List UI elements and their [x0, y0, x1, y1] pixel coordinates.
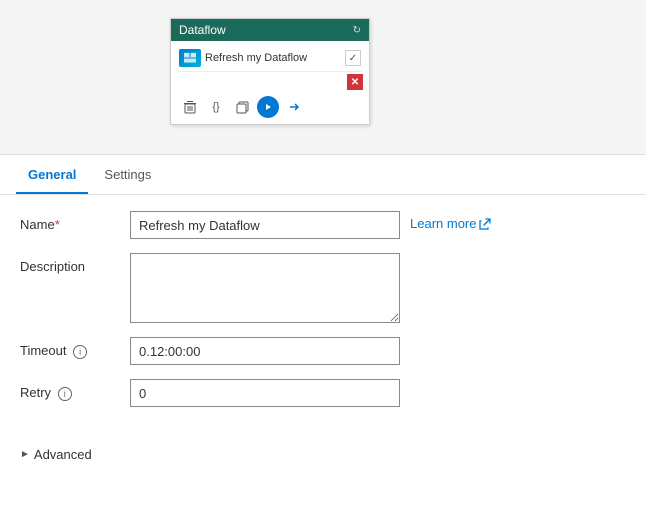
node-header: Dataflow ↻: [171, 19, 369, 41]
tab-settings[interactable]: Settings: [92, 155, 163, 194]
retry-control-area: [130, 379, 626, 407]
timeout-input[interactable]: [130, 337, 400, 365]
navigate-button[interactable]: [283, 96, 305, 118]
tab-general[interactable]: General: [16, 155, 88, 194]
name-row: Name* Learn more: [20, 211, 626, 239]
retry-info-icon[interactable]: i: [58, 387, 72, 401]
timeout-row: Timeout i: [20, 337, 626, 365]
node-body: Refresh my Dataflow ✓ ✕: [171, 41, 369, 124]
advanced-label: Advanced: [34, 447, 92, 462]
delete-button[interactable]: [179, 96, 201, 118]
timeout-label: Timeout i: [20, 337, 130, 359]
advanced-row[interactable]: ► Advanced: [0, 437, 646, 472]
timeout-control-area: [130, 337, 626, 365]
chevron-right-icon: ►: [20, 449, 30, 460]
node-status-error: ✕: [347, 74, 363, 90]
node-toolbar: {}: [177, 92, 363, 122]
timeout-info-icon[interactable]: i: [73, 345, 87, 359]
description-control-area: [130, 253, 626, 323]
dataflow-action-icon: [179, 49, 201, 67]
node-action-row: Refresh my Dataflow ✓: [177, 45, 363, 72]
learn-more-link[interactable]: Learn more: [410, 211, 491, 231]
retry-input[interactable]: [130, 379, 400, 407]
name-label: Name*: [20, 211, 130, 232]
name-input[interactable]: [130, 211, 400, 239]
copy-button[interactable]: [231, 96, 253, 118]
external-link-icon: [479, 218, 491, 230]
node-header-refresh-icon: ↻: [353, 25, 361, 36]
description-row: Description: [20, 253, 626, 323]
go-button[interactable]: [257, 96, 279, 118]
retry-row: Retry i: [20, 379, 626, 407]
description-label: Description: [20, 253, 130, 274]
form-content: Name* Learn more Description Ti: [0, 195, 646, 437]
name-required: *: [55, 217, 60, 232]
name-control-area: Learn more: [130, 211, 626, 239]
retry-label: Retry i: [20, 379, 130, 401]
tabs: General Settings: [0, 155, 646, 195]
description-input[interactable]: [130, 253, 400, 323]
form-area: General Settings Name* Learn more Descri…: [0, 155, 646, 472]
node-title: Dataflow: [179, 23, 226, 37]
node-status-check: ✓: [345, 50, 361, 66]
canvas-area: Dataflow ↻ Refresh my Dataflow ✓: [0, 0, 646, 155]
dataflow-node: Dataflow ↻ Refresh my Dataflow ✓: [170, 18, 370, 125]
code-button[interactable]: {}: [205, 96, 227, 118]
node-action-label: Refresh my Dataflow: [205, 52, 341, 64]
